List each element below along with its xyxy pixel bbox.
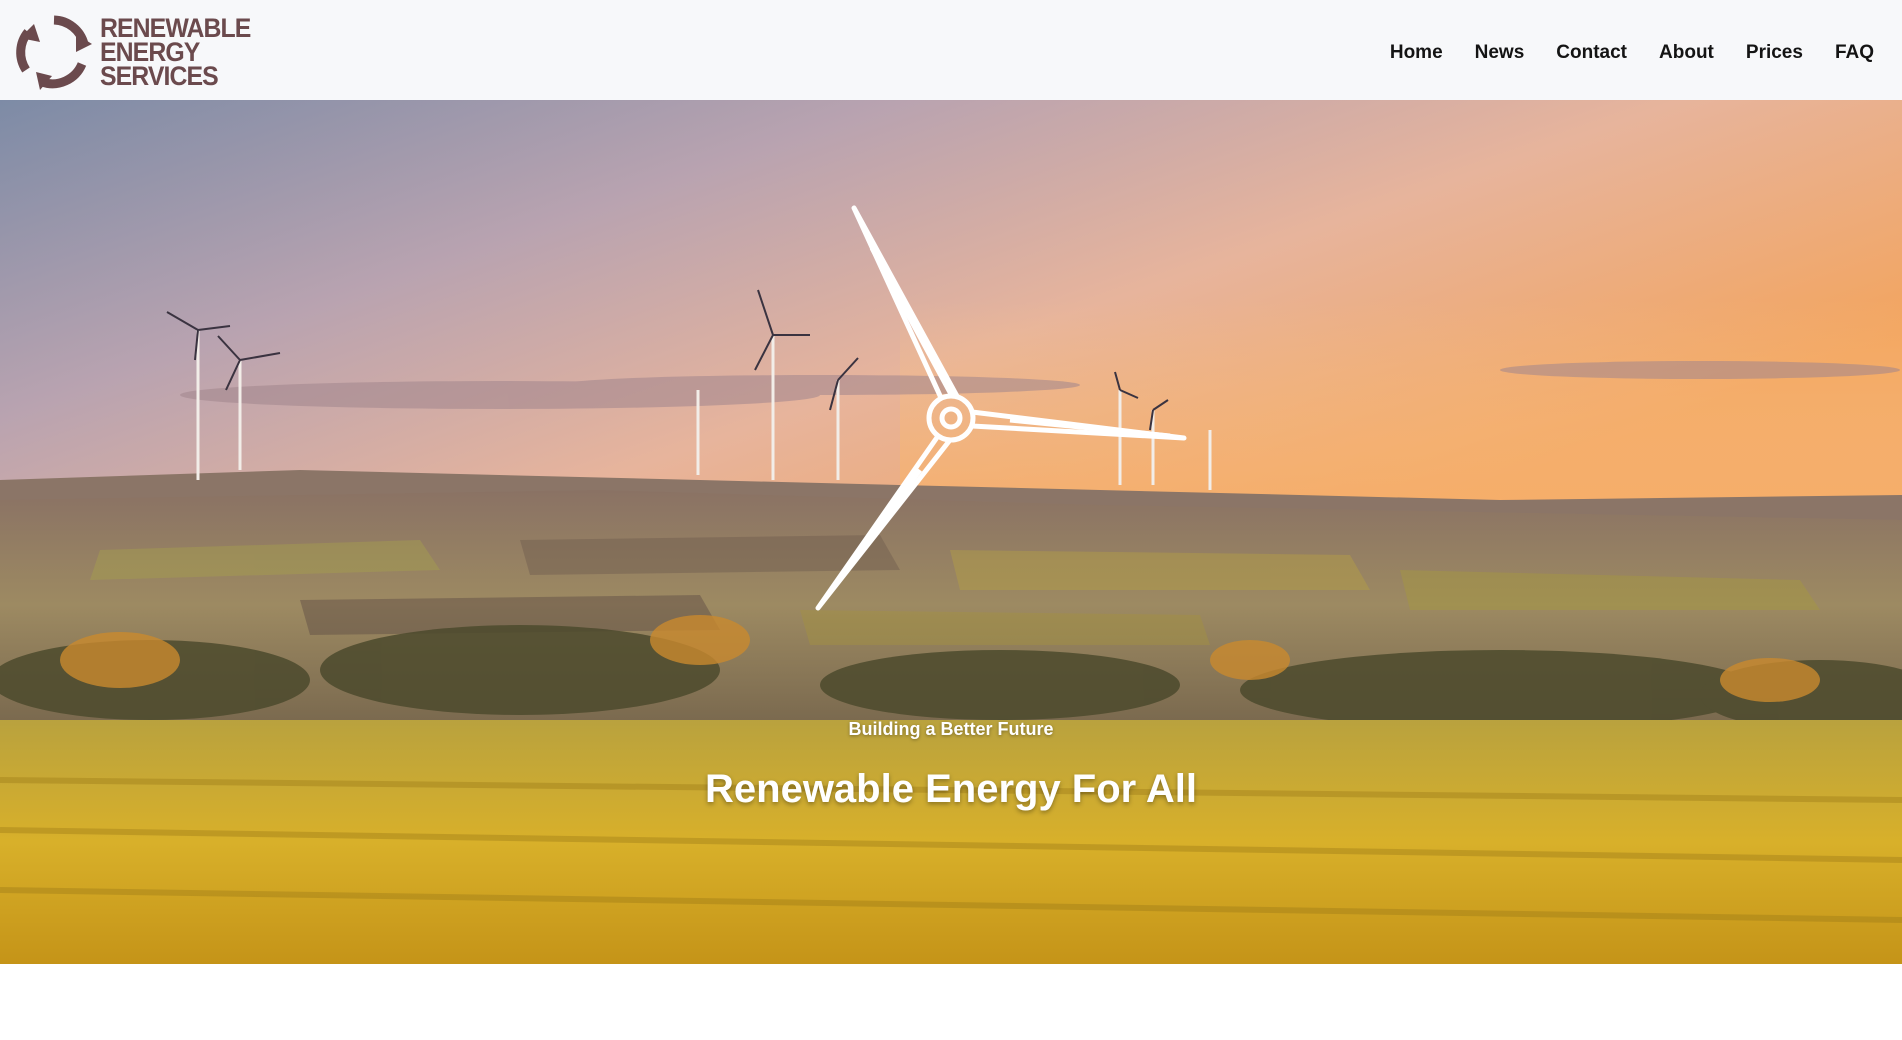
page-body-start	[0, 964, 1902, 1040]
nav-prices[interactable]: Prices	[1746, 42, 1803, 64]
nav-about[interactable]: About	[1659, 42, 1714, 64]
hero-title: Renewable Energy For All	[705, 767, 1197, 811]
hero-subtitle: Building a Better Future	[848, 719, 1054, 739]
wind-turbine-icon	[815, 205, 1187, 611]
logo-line-3: SERVICES	[100, 61, 219, 91]
nav-contact[interactable]: Contact	[1556, 42, 1627, 64]
nav-news[interactable]: News	[1475, 42, 1525, 64]
nav-home[interactable]: Home	[1390, 42, 1443, 64]
main-nav: Home News Contact About Prices FAQ	[1358, 42, 1874, 64]
recycle-arrows-icon	[16, 15, 92, 90]
nav-faq[interactable]: FAQ	[1835, 42, 1874, 64]
hero-banner: Building a Better Future Renewable Energ…	[0, 100, 1902, 964]
site-header: RENEWABLE ENERGY SERVICES Home News Cont…	[0, 0, 1902, 100]
logo-wordmark: RENEWABLE ENERGY SERVICES	[100, 15, 251, 91]
site-logo[interactable]: RENEWABLE ENERGY SERVICES	[14, 12, 264, 92]
